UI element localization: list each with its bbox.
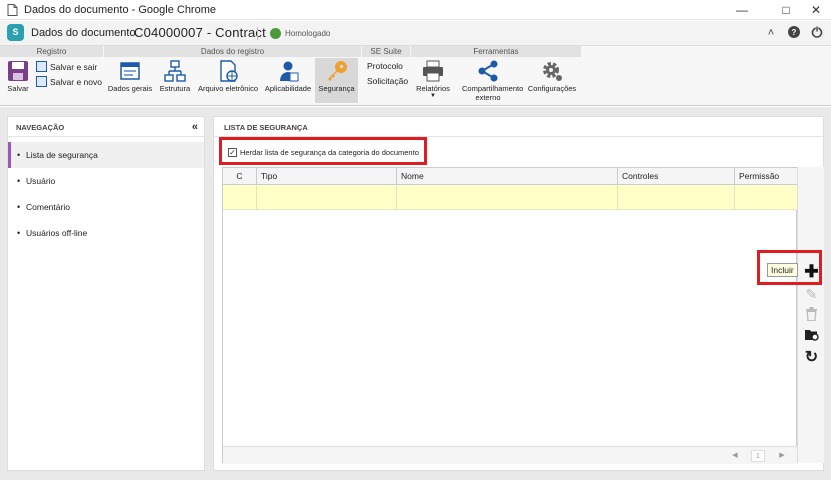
next-page-icon[interactable]: ▶: [775, 450, 789, 462]
column-nome[interactable]: Nome: [397, 168, 618, 184]
nav-item-security-list[interactable]: • Lista de segurança: [8, 142, 204, 168]
window-title: Dados do documento - Google Chrome: [24, 4, 216, 16]
add-tooltip: Incluir: [767, 263, 798, 277]
group-registro: Registro: [0, 46, 103, 57]
refresh-icon[interactable]: ↻: [803, 349, 820, 366]
window-titlebar: Dados do documento - Google Chrome — □ ✕: [0, 0, 831, 20]
electronic-file-button[interactable]: Arquivo eletrônico: [197, 60, 259, 93]
document-icon: [7, 4, 18, 16]
save-label: Salvar: [7, 84, 29, 93]
panel-title: LISTA DE SEGURANÇA: [214, 117, 823, 137]
navigation-panel: NAVEGAÇÃO « • Lista de segurança • Usuário…: [7, 116, 205, 471]
content-area: NAVEGAÇÃO « • Lista de segurança • Usuário…: [0, 107, 831, 480]
save-exit-button[interactable]: Salvar e sair: [36, 61, 97, 72]
previous-page-icon[interactable]: ◀: [728, 450, 742, 462]
settings-label: Configurações: [527, 84, 577, 93]
column-c[interactable]: C: [223, 168, 257, 184]
status-badge: Homologado: [285, 29, 331, 38]
delete-icon[interactable]: [803, 307, 820, 324]
group-dados: Dados do registro: [104, 46, 361, 57]
close-button[interactable]: ✕: [801, 0, 831, 20]
protocol-button[interactable]: Protocolo: [367, 61, 403, 71]
form-icon: [119, 60, 141, 82]
column-permissao[interactable]: Permissão: [735, 168, 798, 184]
document-title: C04000007 - Contract: [134, 25, 266, 40]
save-new-button[interactable]: Salvar e novo: [36, 76, 102, 87]
table-header: C Tipo Nome Controles Permissão: [223, 168, 798, 185]
collapse-up-icon[interactable]: ˄: [763, 27, 779, 39]
security-table: C Tipo Nome Controles Permissão ◀ 1 ▶: [222, 167, 798, 464]
applicability-label: Aplicabilidade: [264, 84, 312, 93]
folder-settings-icon[interactable]: [803, 328, 820, 345]
request-button[interactable]: Solicitação: [367, 76, 408, 86]
reports-button[interactable]: Relatórios ▼: [414, 60, 452, 104]
column-controles[interactable]: Controles: [618, 168, 735, 184]
edit-icon[interactable]: ✎: [803, 286, 820, 303]
column-tipo[interactable]: Tipo: [257, 168, 397, 184]
applicability-icon: [277, 60, 299, 82]
collapse-left-icon[interactable]: «: [192, 121, 198, 133]
nav-item-user[interactable]: • Usuário: [8, 168, 204, 194]
save-new-label: Salvar e novo: [50, 77, 102, 87]
table-toolbar: ✚ ✎ ↻: [797, 167, 824, 463]
nav-item-comment[interactable]: • Comentário: [8, 194, 204, 220]
external-share-label: Compartilhamento externo: [462, 84, 524, 102]
structure-label: Estrutura: [159, 84, 191, 93]
inherit-label: Herdar lista de segurança da categoria d…: [240, 148, 419, 157]
security-label: Segurança: [318, 84, 355, 93]
table-pagination: ◀ 1 ▶: [223, 446, 798, 464]
general-data-label: Dados gerais: [107, 84, 153, 93]
maximize-button[interactable]: □: [771, 0, 801, 20]
general-data-button[interactable]: Dados gerais: [107, 60, 153, 93]
ribbon-toolbar: Registro Dados do registro SE Suite Ferr…: [0, 46, 831, 106]
inherit-checkbox[interactable]: ✓: [228, 148, 237, 157]
nav-item-label: Usuário: [26, 176, 56, 186]
structure-button[interactable]: Estrutura: [158, 60, 192, 93]
reports-label: Relatórios: [416, 84, 450, 93]
svg-text:?: ?: [792, 28, 797, 37]
share-icon: [477, 60, 499, 82]
nav-item-offline-users[interactable]: • Usuários off-line: [8, 220, 204, 246]
nav-item-label: Comentário: [26, 202, 70, 212]
security-list-panel: LISTA DE SEGURANÇA ✓ Herdar lista de seg…: [213, 116, 824, 471]
nav-item-label: Lista de segurança: [26, 150, 98, 160]
save-new-icon: [36, 76, 47, 87]
chevron-down-icon: ▼: [430, 93, 436, 99]
app-name: Dados do documento: [31, 27, 136, 39]
group-ferramentas: Ferramentas: [411, 46, 581, 57]
status-icon: [270, 28, 281, 39]
save-exit-icon: [36, 61, 47, 72]
settings-button[interactable]: Configurações: [525, 60, 579, 93]
nav-item-label: Usuários off-line: [26, 228, 88, 238]
page-number[interactable]: 1: [751, 450, 765, 462]
power-icon[interactable]: [809, 26, 825, 41]
electronic-file-icon: [217, 60, 239, 82]
app-icon: S: [7, 24, 24, 41]
navigation-title: NAVEGAÇÃO: [16, 123, 65, 132]
request-label: Solicitação: [367, 76, 409, 86]
gear-icon: [541, 60, 563, 82]
document-header: S Dados do documento C04000007 - Contrac…: [0, 21, 831, 46]
electronic-file-label: Arquivo eletrônico: [197, 84, 259, 93]
help-icon[interactable]: ?: [786, 26, 802, 41]
group-suite: SE Suite: [362, 46, 410, 57]
save-button[interactable]: Salvar: [4, 60, 32, 93]
printer-icon: [422, 60, 444, 82]
key-icon: [326, 60, 348, 82]
applicability-button[interactable]: Aplicabilidade: [264, 60, 312, 93]
structure-icon: [164, 60, 186, 82]
external-share-button[interactable]: Compartilhamento externo: [455, 60, 524, 102]
minimize-button[interactable]: —: [727, 0, 757, 20]
inherit-checkbox-row[interactable]: ✓ Herdar lista de segurança da categoria…: [219, 137, 427, 165]
protocol-label: Protocolo: [367, 61, 403, 71]
security-button[interactable]: Segurança: [315, 58, 358, 103]
navigation-header: NAVEGAÇÃO «: [8, 117, 204, 137]
table-row[interactable]: [223, 185, 798, 210]
save-icon: [7, 60, 29, 82]
divider: [257, 27, 258, 40]
save-exit-label: Salvar e sair: [50, 62, 98, 72]
